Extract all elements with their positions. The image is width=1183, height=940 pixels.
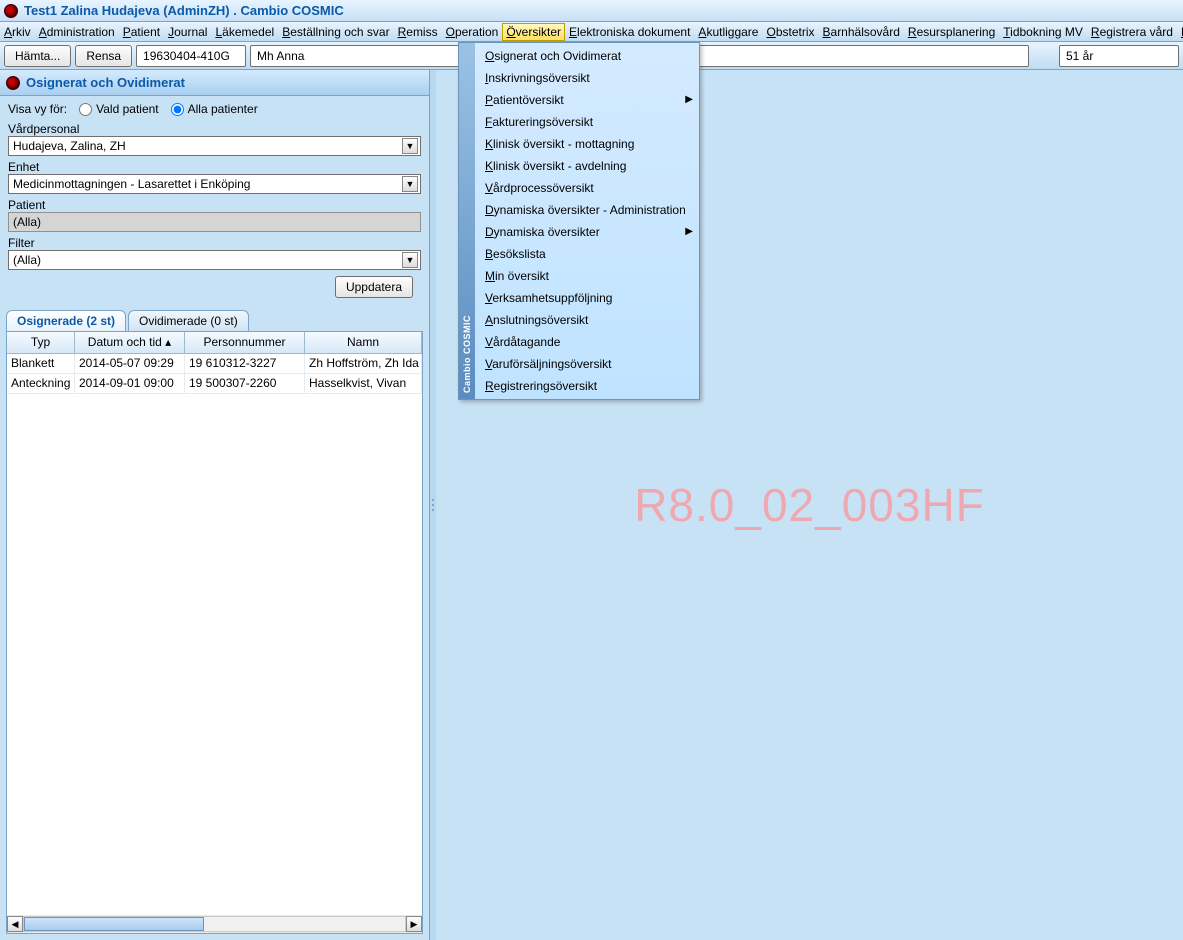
chevron-down-icon[interactable]: ▼	[402, 252, 418, 268]
cell: 19 610312-3227	[185, 354, 305, 373]
menu-item-operation[interactable]: Operation	[442, 23, 503, 41]
radio-alla-label: Alla patienter	[188, 102, 258, 116]
dropdown-item[interactable]: Faktureringsöversikt	[475, 111, 699, 133]
panel-title: Osignerat och Ovidimerat	[26, 75, 185, 90]
menu-item-administration[interactable]: Administration	[35, 23, 119, 41]
dropdown-items: Osignerat och OvidimeratInskrivningsöver…	[475, 43, 699, 399]
panel-title-bar: Osignerat och Ovidimerat	[0, 70, 429, 96]
scroll-left-icon[interactable]: ◀	[7, 916, 23, 932]
menu-item-akutliggare[interactable]: Akutliggare	[694, 23, 762, 41]
app-icon	[4, 4, 18, 18]
enhet-combo[interactable]: Medicinmottagningen - Lasarettet i Enköp…	[8, 174, 421, 194]
table-row[interactable]: Blankett2014-05-07 09:2919 610312-3227Zh…	[7, 354, 422, 374]
dropdown-item[interactable]: Dynamiska översikter▶	[475, 221, 699, 243]
menu-item-tidbokning mv[interactable]: Tidbokning MV	[999, 23, 1087, 41]
submenu-arrow-icon: ▶	[685, 94, 693, 105]
scroll-thumb[interactable]	[24, 917, 204, 931]
menu-item-registrera vård[interactable]: Registrera vård	[1087, 23, 1177, 41]
table-row[interactable]: Anteckning2014-09-01 09:0019 500307-2260…	[7, 374, 422, 394]
cell: Zh Hoffström, Zh Ida	[305, 354, 422, 373]
col-datum[interactable]: Datum och tid ▴	[75, 332, 185, 353]
filter-label: Filter	[8, 236, 421, 250]
menu-item-läkemedel[interactable]: Läkemedel	[211, 23, 278, 41]
dropdown-item[interactable]: Patientöversikt▶	[475, 89, 699, 111]
dropdown-item[interactable]: Klinisk översikt - avdelning	[475, 155, 699, 177]
patient-label: Patient	[8, 198, 421, 212]
enhet-label: Enhet	[8, 160, 421, 174]
dropdown-item[interactable]: Varuförsäljningsöversikt	[475, 353, 699, 375]
chevron-down-icon[interactable]: ▼	[402, 138, 418, 154]
cell: 19 500307-2260	[185, 374, 305, 393]
dropdown-item[interactable]: Dynamiska översikter - Administration	[475, 199, 699, 221]
chevron-down-icon[interactable]: ▼	[402, 176, 418, 192]
tab-ovidimerade[interactable]: Ovidimerade (0 st)	[128, 310, 249, 331]
oversikter-dropdown: Cambio COSMIC Osignerat och OvidimeratIn…	[458, 42, 700, 400]
version-watermark: R8.0_02_003HF	[634, 478, 985, 532]
data-grid: Typ Datum och tid ▴ Personnummer Namn Bl…	[6, 331, 423, 934]
menu-item-patient[interactable]: Patient	[119, 23, 164, 41]
hamta-button[interactable]: Hämta...	[4, 45, 71, 67]
horizontal-scrollbar[interactable]: ◀ ▶	[7, 915, 422, 933]
tab-strip: Osignerade (2 st) Ovidimerade (0 st)	[6, 310, 423, 331]
menu-item-obstetrix[interactable]: Obstetrix	[762, 23, 818, 41]
patient-age-field[interactable]: 51 år	[1059, 45, 1179, 67]
col-personnummer[interactable]: Personnummer	[185, 332, 305, 353]
menu-item-arkiv[interactable]: Arkiv	[0, 23, 35, 41]
menu-item-beläggningsmodul[interactable]: Beläggningsmodul	[1177, 23, 1183, 41]
col-typ[interactable]: Typ	[7, 332, 75, 353]
dropdown-item[interactable]: Vårdprocessöversikt	[475, 177, 699, 199]
rensa-button[interactable]: Rensa	[75, 45, 132, 67]
dropdown-item[interactable]: Anslutningsöversikt	[475, 309, 699, 331]
menu-bar: ArkivAdministrationPatientJournalLäkemed…	[0, 22, 1183, 42]
menu-item-översikter[interactable]: Översikter	[502, 23, 565, 41]
menu-item-resursplanering[interactable]: Resursplanering	[904, 23, 999, 41]
window-title: Test1 Zalina Hudajeva (AdminZH) . Cambio…	[24, 3, 344, 18]
filter-area: Visa vy för: Vald patient Alla patienter…	[0, 96, 429, 306]
dropdown-item[interactable]: Min översikt	[475, 265, 699, 287]
cell: Blankett	[7, 354, 75, 373]
dropdown-item[interactable]: Vårdåtagande	[475, 331, 699, 353]
filter-combo[interactable]: (Alla) ▼	[8, 250, 421, 270]
menu-item-elektroniska dokument[interactable]: Elektroniska dokument	[565, 23, 694, 41]
scroll-track[interactable]	[23, 916, 406, 932]
dropdown-item[interactable]: Verksamhetsuppföljning	[475, 287, 699, 309]
cell: Anteckning	[7, 374, 75, 393]
grid-header: Typ Datum och tid ▴ Personnummer Namn	[7, 332, 422, 354]
scroll-right-icon[interactable]: ▶	[406, 916, 422, 932]
cell: 2014-09-01 09:00	[75, 374, 185, 393]
dropdown-item[interactable]: Inskrivningsöversikt	[475, 67, 699, 89]
cell: Hasselkvist, Vivan	[305, 374, 422, 393]
patient-id-field[interactable]: 19630404-410G	[136, 45, 246, 67]
radio-alla-patienter[interactable]	[171, 103, 184, 116]
dropdown-item[interactable]: Osignerat och Ovidimerat	[475, 45, 699, 67]
col-namn[interactable]: Namn	[305, 332, 422, 353]
grid-body: Blankett2014-05-07 09:2919 610312-3227Zh…	[7, 354, 422, 915]
uppdatera-button[interactable]: Uppdatera	[335, 276, 413, 298]
patient-display: (Alla)	[8, 212, 421, 232]
radio-vald-patient[interactable]	[79, 103, 92, 116]
tab-osignerade[interactable]: Osignerade (2 st)	[6, 310, 126, 331]
cell: 2014-05-07 09:29	[75, 354, 185, 373]
menu-item-barnhälsovård[interactable]: Barnhälsovård	[819, 23, 904, 41]
panel-icon	[6, 76, 20, 90]
submenu-arrow-icon: ▶	[685, 226, 693, 237]
menu-item-beställning och svar[interactable]: Beställning och svar	[278, 23, 393, 41]
dropdown-item[interactable]: Registreringsöversikt	[475, 375, 699, 397]
dropdown-item[interactable]: Besökslista	[475, 243, 699, 265]
menu-item-journal[interactable]: Journal	[164, 23, 211, 41]
dropdown-handle: Cambio COSMIC	[459, 43, 475, 399]
vardpersonal-label: Vårdpersonal	[8, 122, 421, 136]
dropdown-item[interactable]: Klinisk översikt - mottagning	[475, 133, 699, 155]
patient-extra-field[interactable]: n	[684, 45, 1029, 67]
title-bar: Test1 Zalina Hudajeva (AdminZH) . Cambio…	[0, 0, 1183, 22]
radio-vald-label: Vald patient	[96, 102, 159, 116]
side-panel: Osignerat och Ovidimerat Visa vy för: Va…	[0, 70, 430, 940]
menu-item-remiss[interactable]: Remiss	[394, 23, 442, 41]
vardpersonal-combo[interactable]: Hudajeva, Zalina, ZH ▼	[8, 136, 421, 156]
visa-label: Visa vy för:	[8, 102, 67, 116]
